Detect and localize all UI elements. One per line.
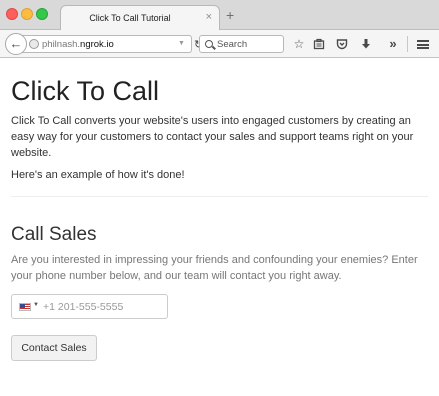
intro-paragraph: Click To Call converts your website's us…: [11, 115, 414, 159]
globe-icon: [29, 39, 39, 49]
search-icon: [205, 40, 213, 48]
example-paragraph: Here's an example of how it's done!: [11, 169, 185, 181]
divider: [11, 196, 428, 197]
reading-list-icon[interactable]: [311, 36, 327, 52]
chevron-down-icon[interactable]: ▼: [33, 302, 39, 308]
search-input[interactable]: Search: [199, 35, 284, 53]
download-icon[interactable]: [358, 36, 374, 52]
phone-input[interactable]: [43, 300, 163, 314]
toolbar-separator: [407, 36, 408, 52]
page-content: Click To Call Click To Call converts you…: [0, 59, 439, 396]
tab-close-icon[interactable]: ×: [206, 11, 212, 23]
tab-title: Click To Call Tutorial: [89, 13, 171, 23]
bookmark-star-icon[interactable]: ☆: [291, 36, 307, 52]
contact-sales-button[interactable]: Contact Sales: [11, 335, 97, 361]
section-description: Are you interested in impressing your fr…: [11, 254, 418, 282]
phone-number-field: ▼: [11, 294, 168, 319]
us-flag-icon[interactable]: [19, 303, 31, 311]
minimize-window-button[interactable]: [21, 8, 33, 20]
tab-strip: Click To Call Tutorial × +: [0, 0, 439, 31]
back-arrow-icon[interactable]: ←: [5, 33, 27, 55]
new-tab-button[interactable]: +: [226, 8, 234, 22]
hamburger-menu-icon[interactable]: [417, 40, 429, 49]
url-text: philnash.ngrok.io: [42, 39, 114, 50]
search-placeholder: Search: [217, 39, 248, 50]
pocket-icon[interactable]: [334, 36, 350, 52]
page-title: Click To Call: [11, 76, 160, 106]
address-bar[interactable]: philnash.ngrok.io ▼ ↻: [22, 35, 203, 53]
section-title: Call Sales: [11, 224, 97, 245]
active-tab[interactable]: Click To Call Tutorial ×: [60, 5, 220, 31]
close-window-button[interactable]: [6, 8, 18, 20]
navigation-toolbar: philnash.ngrok.io ▼ ↻ ← Search ☆ »: [0, 30, 439, 58]
overflow-chevrons-icon[interactable]: »: [385, 36, 401, 52]
zoom-window-button[interactable]: [36, 8, 48, 20]
chevron-down-icon[interactable]: ▼: [178, 40, 185, 47]
